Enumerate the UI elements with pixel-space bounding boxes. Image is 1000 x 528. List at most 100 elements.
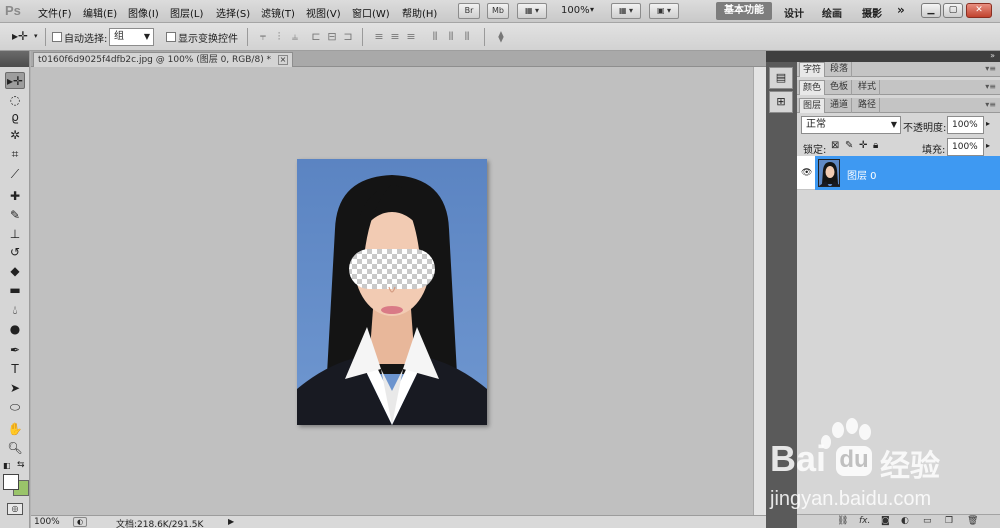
- workspace-painting[interactable]: 绘画: [822, 5, 842, 20]
- bridge-button[interactable]: Br: [458, 3, 480, 19]
- quick-selection-tool-icon[interactable]: ✲: [5, 127, 25, 144]
- menu-file[interactable]: 文件(F): [38, 5, 72, 20]
- layer-name[interactable]: 图层 0: [847, 167, 877, 182]
- eyedropper-tool-icon[interactable]: ⟋: [5, 166, 25, 183]
- brush-tool-icon[interactable]: ✎: [5, 207, 25, 224]
- shape-tool-icon[interactable]: ⬭: [5, 399, 25, 416]
- chevron-down-icon[interactable]: ▾: [590, 5, 594, 14]
- fill-slider-arrow-icon[interactable]: ▸: [986, 141, 990, 150]
- distribute-right-icon[interactable]: ⦀: [460, 30, 474, 43]
- tab-channels[interactable]: 通道: [827, 98, 853, 113]
- lock-pixels-icon[interactable]: ✎: [845, 140, 853, 151]
- minimize-button[interactable]: ▁: [921, 3, 941, 18]
- tab-paragraph[interactable]: 段落: [827, 62, 853, 77]
- marquee-tool-icon[interactable]: ◌: [5, 92, 25, 109]
- align-bottom-icon[interactable]: ⫨: [288, 30, 302, 43]
- tab-styles[interactable]: 样式: [855, 80, 881, 95]
- blur-tool-icon[interactable]: 💧︎: [5, 302, 25, 319]
- distribute-bottom-icon[interactable]: ≡: [404, 30, 418, 43]
- align-top-icon[interactable]: ⫧: [256, 30, 270, 43]
- workspace-essentials[interactable]: 基本功能: [716, 2, 772, 20]
- document-tab[interactable]: t0160f6d9025f4dfb2c.jpg @ 100% (图层 0, RG…: [33, 52, 293, 67]
- align-hcenter-icon[interactable]: ⊟: [325, 30, 339, 43]
- menu-select[interactable]: 选择(S): [216, 5, 250, 20]
- chevron-down-icon[interactable]: ▾: [34, 32, 38, 40]
- crop-tool-icon[interactable]: ⌗: [5, 146, 25, 163]
- arrange-documents-button[interactable]: ▦ ▾: [611, 3, 641, 19]
- document-photo[interactable]: [297, 159, 487, 425]
- lock-position-icon[interactable]: ✛: [859, 140, 867, 151]
- clone-stamp-tool-icon[interactable]: ⊥: [5, 226, 25, 243]
- blend-mode-dropdown[interactable]: 正常 ▼: [801, 116, 901, 134]
- distribute-hcenter-icon[interactable]: ⦀: [444, 30, 458, 43]
- visibility-eye-icon[interactable]: 👁︎: [801, 168, 812, 178]
- zoom-tool-icon[interactable]: 🔍︎: [5, 440, 25, 457]
- close-tab-icon[interactable]: ×: [277, 54, 288, 65]
- panel-menu-icon[interactable]: ▾≡: [985, 64, 996, 73]
- quick-mask-icon[interactable]: ◎: [7, 503, 23, 515]
- swap-colors-icon[interactable]: ⇆: [17, 460, 25, 470]
- menu-help[interactable]: 帮助(H): [402, 5, 437, 20]
- align-vcenter-icon[interactable]: ⫶: [272, 30, 286, 43]
- pen-tool-icon[interactable]: ✒: [5, 342, 25, 359]
- menu-image[interactable]: 图像(I): [128, 5, 159, 20]
- menu-view[interactable]: 视图(V): [306, 5, 341, 20]
- canvas-area[interactable]: [31, 67, 753, 515]
- panel-menu-icon[interactable]: ▾≡: [985, 82, 996, 91]
- foreground-color-swatch[interactable]: [3, 474, 19, 490]
- status-zoom[interactable]: 100%: [34, 517, 60, 527]
- properties-panel-icon[interactable]: ⊞: [769, 91, 793, 113]
- status-options-icon[interactable]: ◐: [73, 517, 87, 527]
- more-workspaces-button[interactable]: »: [897, 3, 905, 17]
- align-left-icon[interactable]: ⊏: [309, 30, 323, 43]
- gradient-tool-icon[interactable]: ▬: [5, 282, 25, 299]
- move-tool-preset-icon[interactable]: ▸✛: [12, 29, 28, 43]
- tab-paths[interactable]: 路径: [855, 98, 881, 113]
- lock-transparency-icon[interactable]: ⊠: [831, 140, 839, 151]
- close-button[interactable]: ✕: [966, 3, 992, 18]
- spot-healing-tool-icon[interactable]: ✚: [5, 188, 25, 205]
- hand-tool-icon[interactable]: ✋: [5, 421, 25, 438]
- move-tool-icon[interactable]: ▸✛: [5, 72, 25, 89]
- menu-edit[interactable]: 编辑(E): [83, 5, 117, 20]
- path-selection-tool-icon[interactable]: ➤: [5, 380, 25, 397]
- history-panel-icon[interactable]: ▤: [769, 67, 793, 89]
- type-tool-icon[interactable]: T: [5, 361, 25, 378]
- menu-window[interactable]: 窗口(W): [352, 5, 390, 20]
- tab-color[interactable]: 颜色: [799, 80, 826, 95]
- lasso-tool-icon[interactable]: ϱ: [5, 109, 25, 126]
- tools-panel-grip[interactable]: [0, 51, 29, 67]
- extras-dropdown[interactable]: ▦ ▾: [517, 3, 547, 19]
- panel-menu-icon[interactable]: ▾≡: [985, 100, 996, 109]
- status-menu-arrow-icon[interactable]: ▶: [228, 517, 234, 526]
- zoom-level[interactable]: 100%: [561, 5, 590, 16]
- align-right-icon[interactable]: ⊐: [341, 30, 355, 43]
- lock-all-icon[interactable]: 🔒︎: [873, 140, 878, 151]
- tab-swatches[interactable]: 色板: [827, 80, 853, 95]
- auto-select-checkbox[interactable]: [52, 32, 62, 42]
- vertical-scrollbar[interactable]: [753, 67, 766, 515]
- tab-character[interactable]: 字符: [799, 62, 826, 77]
- default-colors-icon[interactable]: ◧: [3, 461, 11, 470]
- auto-select-dropdown[interactable]: 组 ▼: [109, 28, 154, 46]
- maximize-button[interactable]: ▢: [943, 3, 963, 18]
- workspace-photography[interactable]: 摄影: [862, 5, 882, 20]
- layer-row[interactable]: 👁︎ 图层 0: [797, 156, 1000, 190]
- panel-collapse-grip[interactable]: »: [797, 51, 1000, 62]
- fill-input[interactable]: 100%: [947, 138, 984, 156]
- dodge-tool-icon[interactable]: ●: [5, 321, 25, 338]
- show-transform-checkbox[interactable]: [166, 32, 176, 42]
- minibridge-button[interactable]: Mb: [487, 3, 509, 19]
- opacity-input[interactable]: 100%: [947, 116, 984, 134]
- distribute-top-icon[interactable]: ≡: [372, 30, 386, 43]
- menu-layer[interactable]: 图层(L): [170, 5, 203, 20]
- tab-layers[interactable]: 图层: [799, 98, 826, 113]
- eraser-tool-icon[interactable]: ◆: [5, 263, 25, 280]
- history-brush-tool-icon[interactable]: ↺: [5, 244, 25, 261]
- menu-filter[interactable]: 滤镜(T): [261, 5, 295, 20]
- collapsed-column-grip[interactable]: [766, 51, 797, 62]
- opacity-slider-arrow-icon[interactable]: ▸: [986, 119, 990, 128]
- workspace-design[interactable]: 设计: [784, 5, 804, 20]
- screen-mode-button[interactable]: ▣ ▾: [649, 3, 679, 19]
- distribute-left-icon[interactable]: ⦀: [428, 30, 442, 43]
